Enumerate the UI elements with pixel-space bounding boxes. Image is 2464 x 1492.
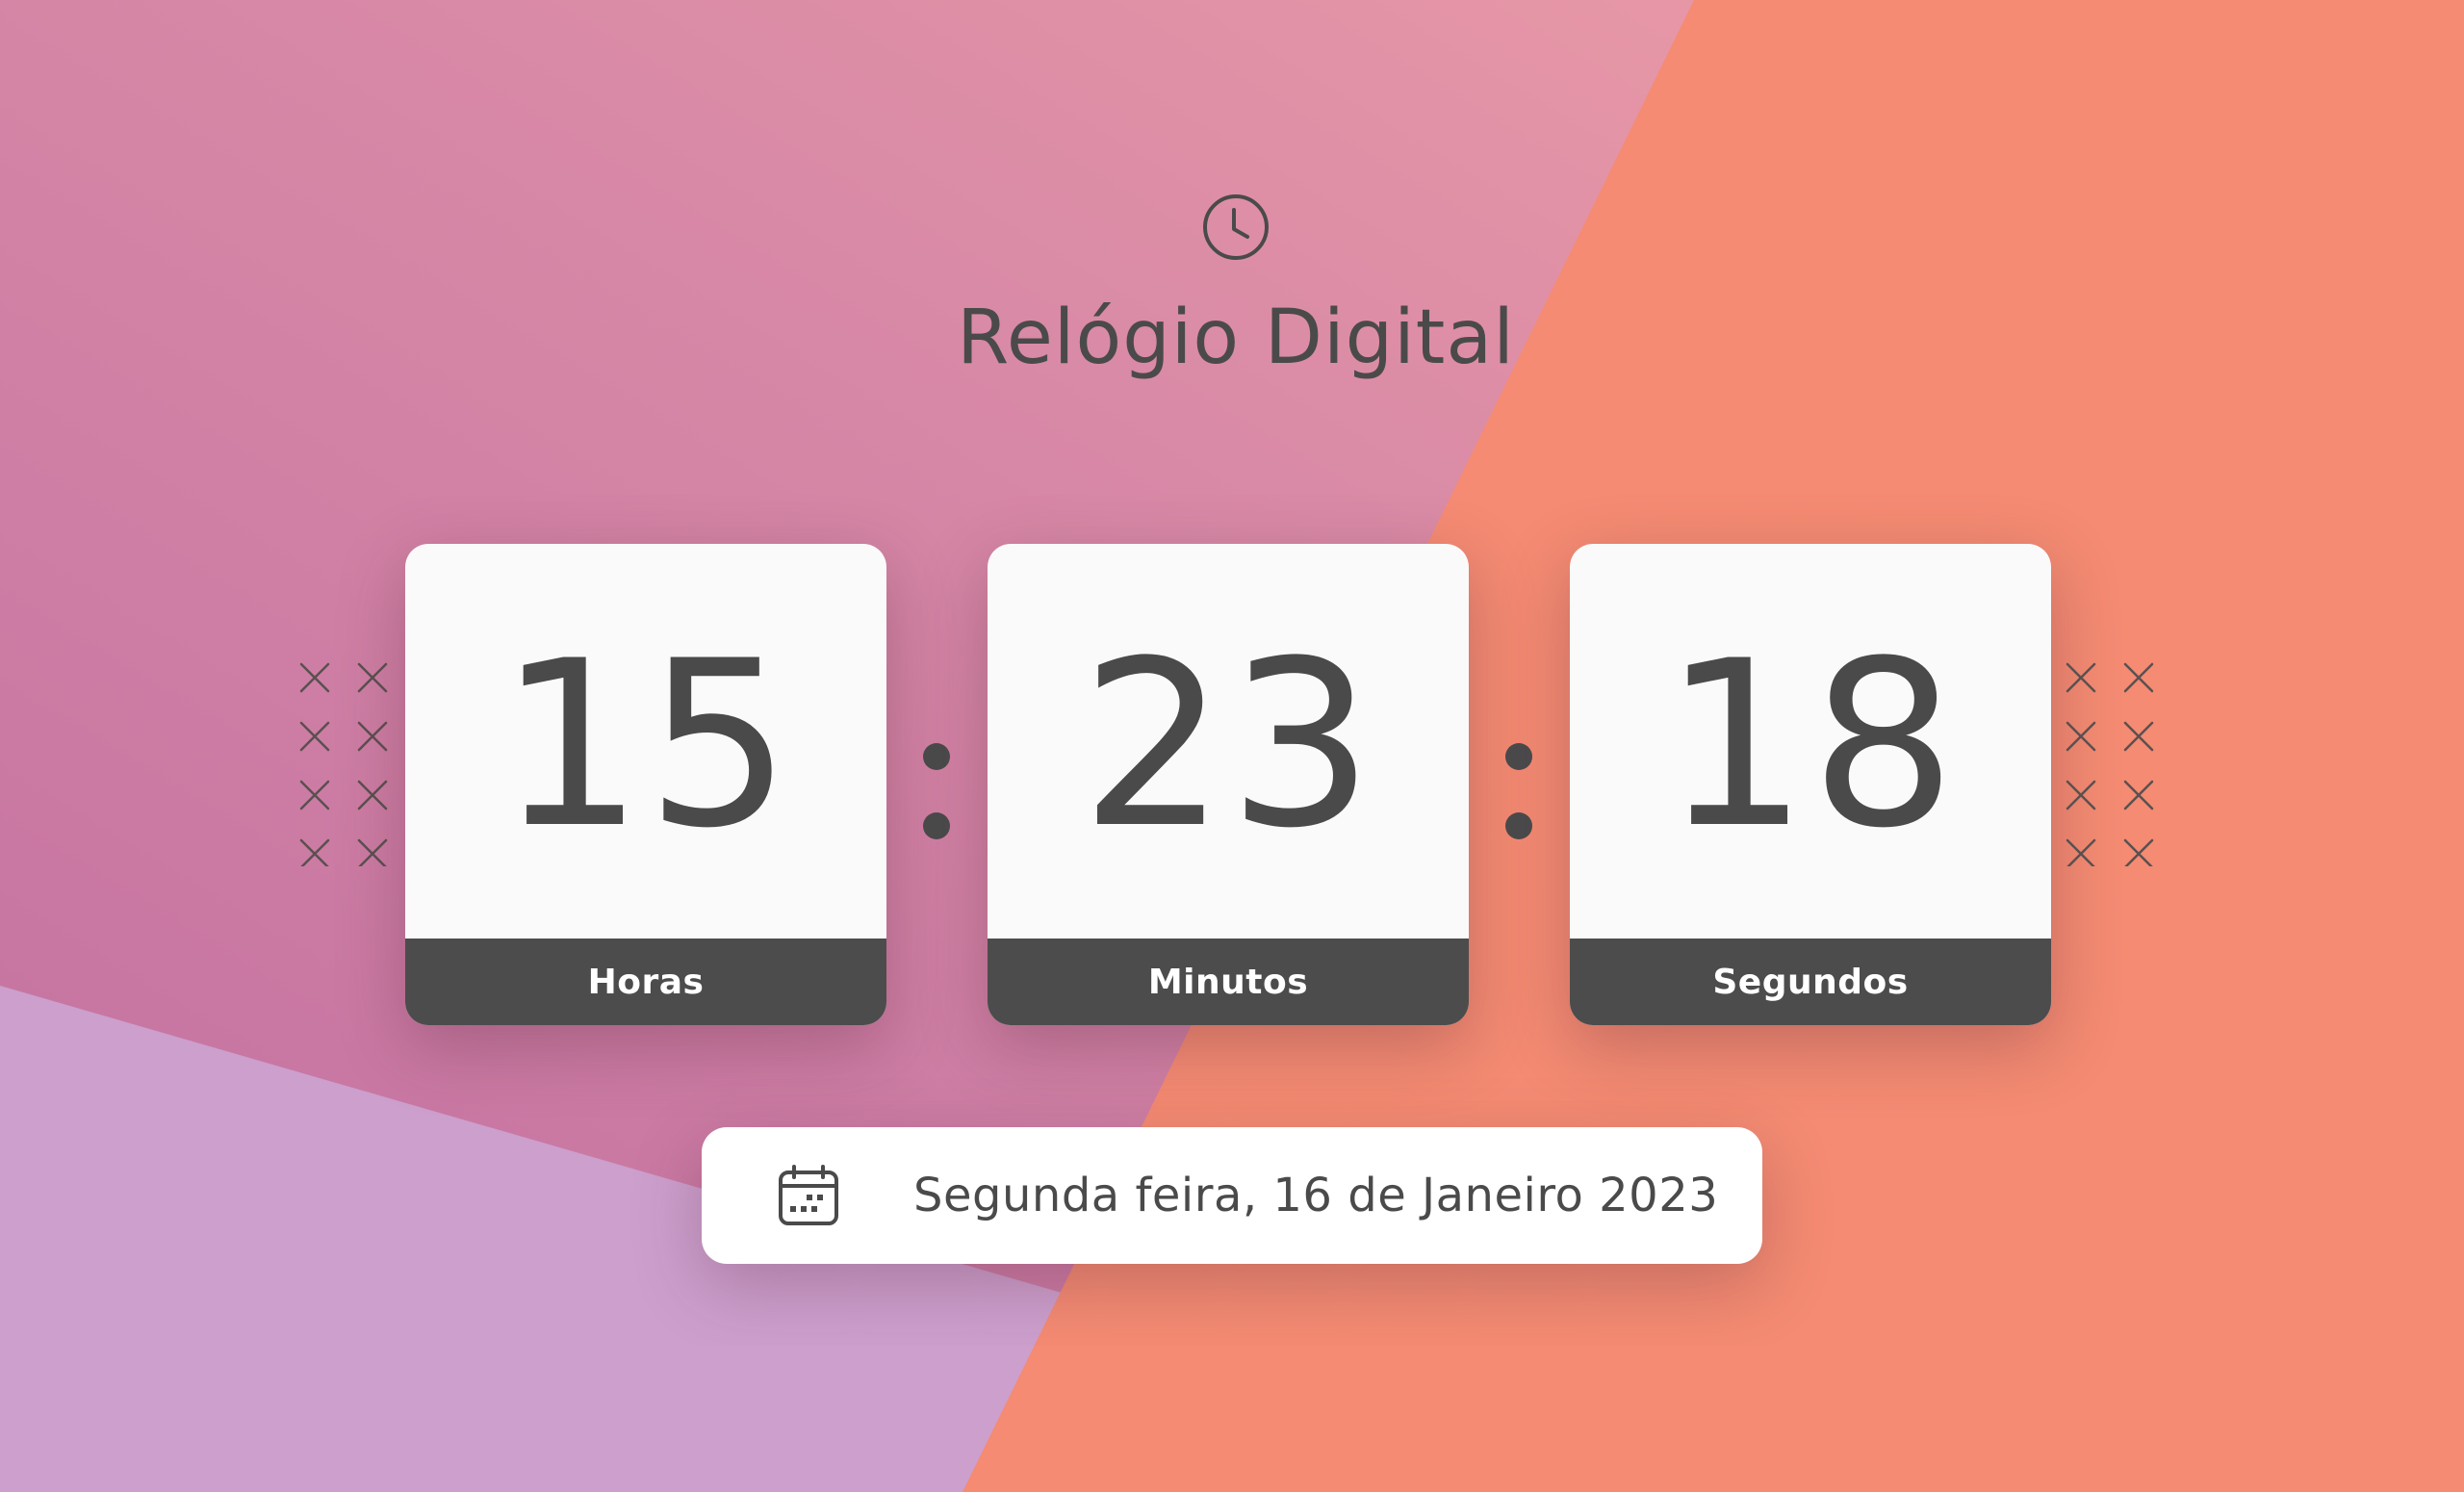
x-mark-icon	[299, 838, 330, 866]
x-mark-icon	[2123, 662, 2154, 693]
x-mark-icon	[2123, 780, 2154, 810]
date-text: Segunda feira, 16 de Janeiro 2023	[913, 1169, 1719, 1222]
minutes-card: 23 Minutos	[988, 544, 1469, 1025]
x-mark-icon	[2066, 721, 2096, 752]
separator-dot	[923, 812, 950, 839]
page-title: Relógio Digital	[957, 295, 1515, 381]
decorative-x-marks-right	[2066, 662, 2154, 866]
seconds-label: Segundos	[1570, 939, 2051, 1025]
separator-dot	[1505, 812, 1532, 839]
hours-label: Horas	[405, 939, 886, 1025]
clock-icon	[1203, 194, 1269, 260]
x-mark-icon	[2066, 662, 2096, 693]
time-separator	[1505, 743, 1532, 839]
seconds-card: 18 Segundos	[1570, 544, 2051, 1025]
hours-value: 15	[498, 611, 794, 879]
x-mark-icon	[299, 662, 330, 693]
x-mark-icon	[2066, 838, 2096, 866]
separator-dot	[1505, 743, 1532, 770]
x-mark-icon	[357, 838, 388, 866]
minutes-value: 23	[1080, 611, 1376, 879]
separator-dot	[923, 743, 950, 770]
x-mark-icon	[357, 721, 388, 752]
date-bar: Segunda feira, 16 de Janeiro 2023	[702, 1127, 1762, 1264]
x-mark-icon	[357, 662, 388, 693]
time-separator	[923, 743, 950, 839]
hours-card: 15 Horas	[405, 544, 886, 1025]
x-mark-icon	[2123, 721, 2154, 752]
minutes-label: Minutos	[988, 939, 1469, 1025]
x-mark-icon	[2066, 780, 2096, 810]
seconds-value: 18	[1662, 611, 1959, 879]
decorative-x-marks-left	[299, 662, 388, 866]
x-mark-icon	[2123, 838, 2154, 866]
x-mark-icon	[299, 721, 330, 752]
x-mark-icon	[299, 780, 330, 810]
x-mark-icon	[357, 780, 388, 810]
calendar-icon	[779, 1165, 838, 1225]
